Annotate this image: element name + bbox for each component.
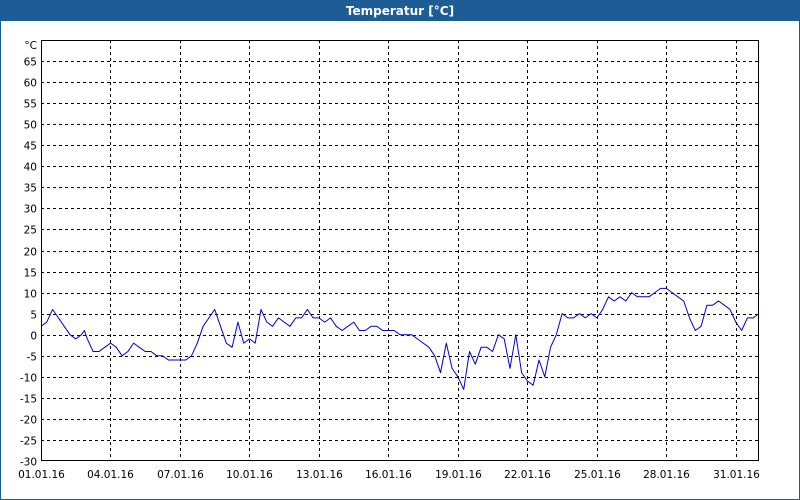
series-lines	[40, 287, 760, 390]
x-tick-label: 01.01.16	[18, 469, 65, 481]
grid-lines	[41, 40, 759, 461]
x-tick-label: 25.01.16	[574, 469, 621, 481]
y-tick-label: -5	[27, 352, 37, 364]
x-tick-label: 04.01.16	[87, 469, 134, 481]
y-tick-label: 30	[24, 204, 37, 216]
y-tick-label: 15	[24, 268, 37, 280]
y-tick-label: 65	[24, 57, 37, 69]
y-unit-label: °C	[24, 40, 37, 52]
x-tick-label: 07.01.16	[157, 469, 204, 481]
y-tick-label: 60	[24, 78, 37, 90]
y-tick-label: 45	[24, 141, 37, 153]
x-tick-label: 19.01.16	[435, 469, 482, 481]
tick-labels: 65605550454035302520151050-5-10-15-20-25…	[18, 40, 760, 481]
y-tick-label: -20	[20, 415, 37, 427]
y-tick-label: -25	[20, 436, 37, 448]
x-tick-label: 10.01.16	[226, 469, 273, 481]
x-tick-label: 31.01.16	[713, 469, 760, 481]
y-tick-label: -30	[20, 457, 37, 469]
y-tick-label: 5	[30, 310, 37, 322]
y-tick-label: -10	[20, 373, 37, 385]
y-tick-label: -15	[20, 394, 37, 406]
y-tick-label: 20	[24, 247, 37, 259]
x-tick-label: 13.01.16	[296, 469, 343, 481]
y-tick-label: 25	[24, 225, 37, 237]
y-tick-label: 40	[24, 162, 37, 174]
x-tick-label: 22.01.16	[504, 469, 551, 481]
x-tick-label: 28.01.16	[643, 469, 690, 481]
temperature-series-line	[40, 287, 760, 390]
y-tick-label: 10	[24, 289, 37, 301]
y-tick-label: 0	[30, 331, 37, 343]
y-tick-label: 50	[24, 120, 37, 132]
y-tick-label: 55	[24, 99, 37, 111]
y-tick-label: 35	[24, 183, 37, 195]
x-tick-label: 16.01.16	[365, 469, 412, 481]
temperature-chart: 65605550454035302520151050-5-10-15-20-25…	[18, 40, 760, 481]
